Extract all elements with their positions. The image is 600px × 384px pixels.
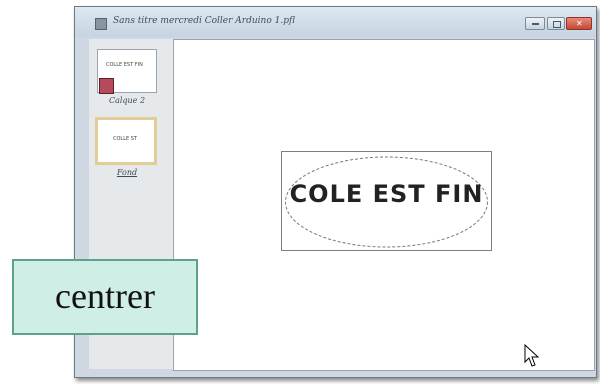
- thumbnail-text: COLLE EST FIN: [106, 62, 143, 68]
- window-title: Sans titre mercredi Coller Arduino 1.pfl: [113, 16, 295, 26]
- thumbnail-text: COLLE ST: [113, 136, 137, 142]
- layer-label-1[interactable]: Calque 2: [97, 96, 157, 105]
- mouse-cursor-icon: [524, 344, 540, 367]
- curved-text[interactable]: COLE EST FIN: [281, 180, 492, 208]
- layer-label-2[interactable]: Fond: [97, 168, 157, 177]
- maximize-button[interactable]: [547, 17, 565, 30]
- layer-badge-icon: [99, 78, 114, 94]
- close-button[interactable]: ✕: [566, 17, 592, 30]
- layer-thumbnail-2-selected[interactable]: COLLE ST: [95, 117, 157, 165]
- callout-box: centrer: [12, 259, 198, 335]
- close-icon: ✕: [576, 19, 583, 28]
- callout-text: centrer: [55, 276, 155, 316]
- minimize-icon: [532, 23, 539, 25]
- maximize-icon: [553, 21, 561, 28]
- layer-thumbnail-1[interactable]: COLLE EST FIN: [97, 49, 157, 94]
- minimize-button[interactable]: [525, 17, 545, 30]
- title-bar[interactable]: Sans titre mercredi Coller Arduino 1.pfl…: [75, 7, 596, 37]
- app-icon: [95, 18, 107, 30]
- drawing-canvas[interactable]: COLE EST FIN: [173, 39, 595, 371]
